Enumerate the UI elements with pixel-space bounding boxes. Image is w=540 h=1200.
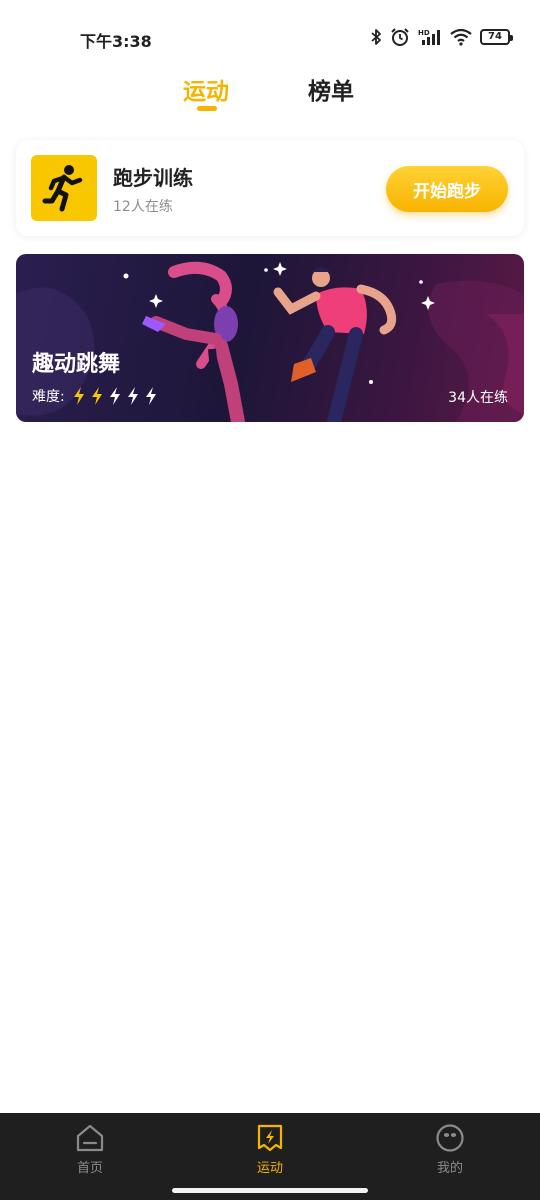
difficulty-row: 难度: <box>32 386 159 406</box>
dance-card-title: 趣动跳舞 <box>32 352 121 377</box>
start-running-button[interactable]: 开始跑步 <box>386 166 508 212</box>
nav-item-mine[interactable]: 我的 <box>410 1121 490 1187</box>
home-icon <box>76 1124 104 1152</box>
hd-signal-icon: HD <box>418 29 440 45</box>
bluetooth-icon <box>371 29 381 45</box>
status-bar: 下午3:38 HD 74 <box>0 0 540 74</box>
running-card-count: 12人在练 <box>113 199 173 215</box>
nav-item-home[interactable]: 首页 <box>50 1121 130 1187</box>
difficulty-bolt-icon <box>109 387 120 405</box>
nav-label-home: 首页 <box>76 1161 103 1176</box>
bottom-nav: 首页 运动 我的 <box>0 1113 540 1200</box>
difficulty-label: 难度: <box>32 389 65 405</box>
tab-sport[interactable]: 运动 <box>183 72 229 106</box>
tab-active-indicator <box>197 106 217 111</box>
sport-bolt-icon <box>257 1124 283 1152</box>
wifi-icon <box>450 28 472 46</box>
nav-label-mine: 我的 <box>436 1161 463 1176</box>
dance-card-count: 34人在练 <box>448 390 508 406</box>
running-icon-box <box>31 155 97 221</box>
nav-label-sport: 运动 <box>256 1161 283 1176</box>
difficulty-bolt-icon <box>73 387 84 405</box>
nav-item-sport[interactable]: 运动 <box>230 1121 310 1187</box>
difficulty-bolt-icon <box>127 387 138 405</box>
running-training-card[interactable]: 跑步训练 12人在练 开始跑步 <box>16 140 524 236</box>
profile-face-icon <box>436 1124 464 1152</box>
alarm-icon <box>391 28 409 46</box>
dance-banner-card[interactable]: 趣动跳舞 难度: 34人在练 <box>16 254 524 422</box>
battery-icon: 74 <box>480 29 513 45</box>
difficulty-bolt-icon <box>145 387 156 405</box>
home-indicator <box>172 1188 368 1193</box>
top-tabs: 运动 榜单 <box>0 70 540 120</box>
svg-text:HD: HD <box>418 29 430 37</box>
running-person-icon <box>42 165 83 212</box>
status-icons: HD 74 <box>370 26 513 48</box>
running-card-title: 跑步训练 <box>113 166 193 190</box>
difficulty-bolt-icon <box>91 387 102 405</box>
tab-leaderboard[interactable]: 榜单 <box>308 72 354 106</box>
status-time: 下午3:38 <box>80 32 152 51</box>
